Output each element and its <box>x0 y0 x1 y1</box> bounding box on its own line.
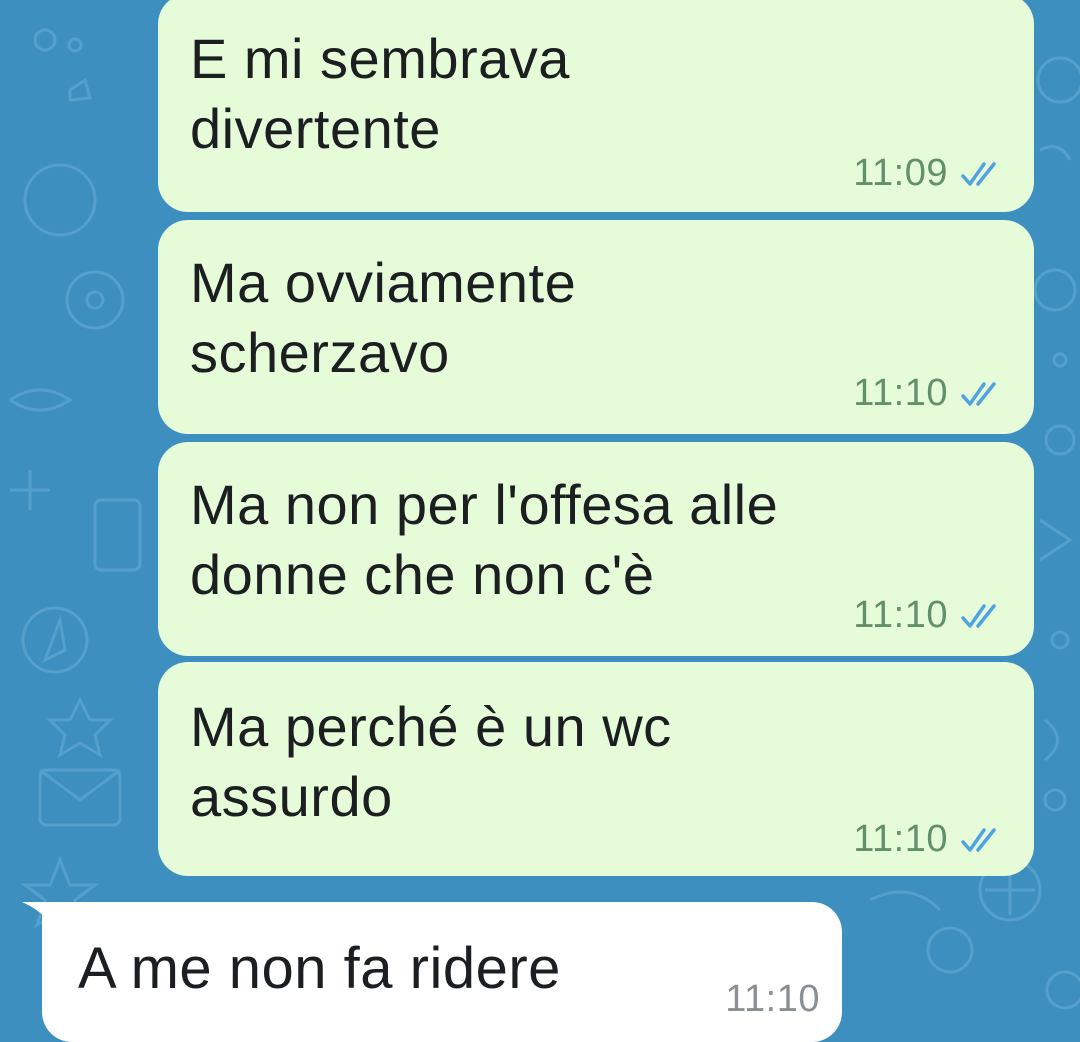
double-check-icon <box>961 603 996 628</box>
outgoing-message[interactable]: E mi sembrava divertente 11:09 <box>158 0 1034 212</box>
chat-thread: E mi sembrava divertente 11:09 Ma ovviam… <box>0 0 1080 1042</box>
incoming-message[interactable]: A me non fa ridere 11:10 <box>42 902 842 1042</box>
outgoing-message[interactable]: Ma non per l'offesa alle donne che non c… <box>158 442 1034 656</box>
message-time: 11:10 <box>853 818 948 860</box>
double-check-icon <box>961 827 996 852</box>
message-time: 11:10 <box>853 372 948 414</box>
message-text: A me non fa ridere <box>78 936 561 1001</box>
message-time: 11:09 <box>853 152 948 194</box>
outgoing-message[interactable]: Ma perché è un wc assurdo 11:10 <box>158 662 1034 876</box>
message-time: 11:10 <box>853 594 948 636</box>
outgoing-message[interactable]: Ma ovviamente scherzavo 11:10 <box>158 220 1034 434</box>
message-text: Ma ovviamente scherzavo <box>190 251 577 384</box>
message-text: Ma non per l'offesa alle donne che non c… <box>190 473 779 606</box>
message-time: 11:10 <box>725 978 820 1020</box>
message-text: E mi sembrava divertente <box>190 27 570 160</box>
message-text: Ma perché è un wc assurdo <box>190 695 672 828</box>
double-check-icon <box>961 161 996 186</box>
double-check-icon <box>961 381 996 406</box>
